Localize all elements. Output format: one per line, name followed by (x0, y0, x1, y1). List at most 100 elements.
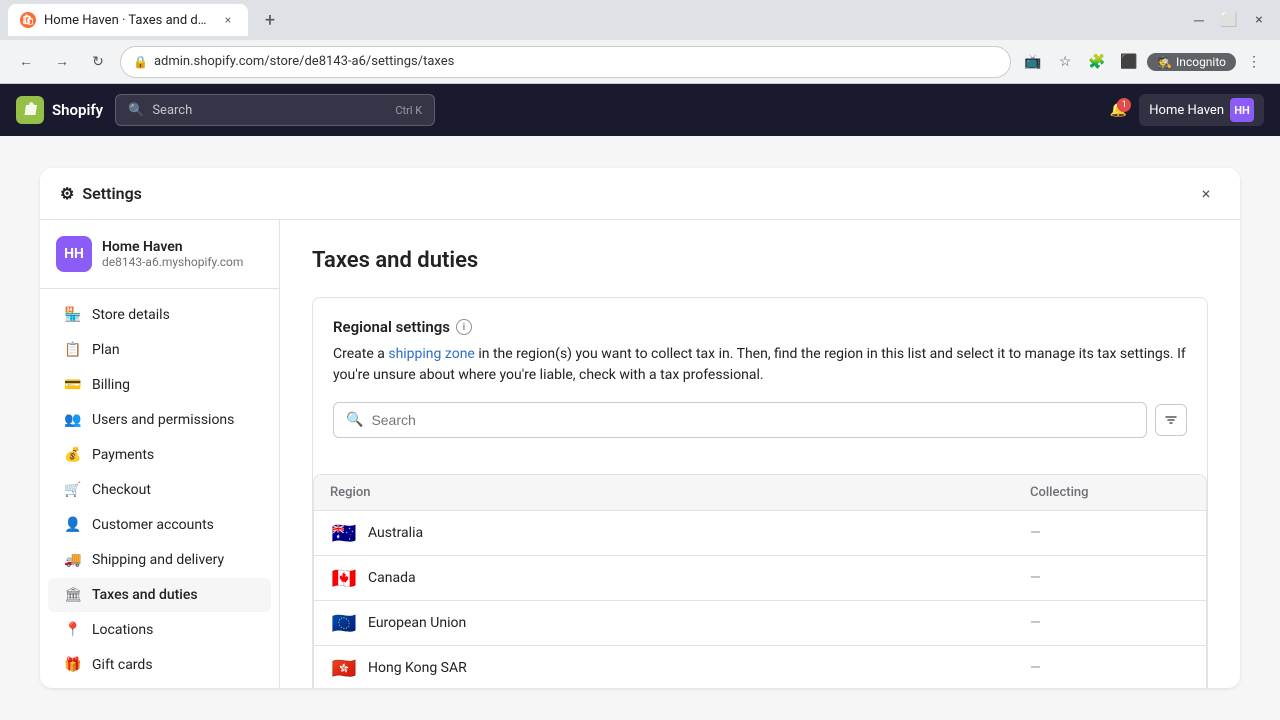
flag-australia: 🇦🇺 (330, 523, 358, 543)
search-bar-icon: 🔍 (346, 412, 363, 428)
cast-icon[interactable]: 📺 (1019, 48, 1047, 76)
sidebar-label-users-permissions: Users and permissions (92, 412, 234, 428)
region-cell-canada: 🇨🇦 Canada (330, 568, 1030, 588)
sidebar-item-plan[interactable]: 📋 Plan (48, 333, 271, 367)
taxes-icon: 🏛 (64, 586, 82, 604)
desc-before-link: Create a (333, 346, 388, 362)
sidebar-label-shipping-delivery: Shipping and delivery (92, 552, 224, 568)
sidebar-item-taxes-duties[interactable]: 🏛 Taxes and duties (48, 578, 271, 612)
sidebar-store-details: Home Haven de8143-a6.myshopify.com (102, 239, 243, 269)
region-name-hk: Hong Kong SAR (368, 660, 467, 676)
table-row[interactable]: 🇦🇺 Australia — (314, 511, 1206, 556)
sidebar-item-markets[interactable]: 🌐 Markets (48, 683, 271, 688)
forward-button[interactable]: → (48, 48, 76, 76)
security-icon: 🔒 (133, 55, 148, 69)
info-icon[interactable]: i (456, 319, 472, 335)
sort-button[interactable] (1155, 404, 1187, 436)
sidebar-item-store-details[interactable]: 🏪 Store details (48, 298, 271, 332)
section-title: Regional settings i (333, 318, 1187, 336)
checkout-icon: 🛒 (64, 481, 82, 499)
regions-table: Region Collecting 🇦🇺 Australia — (313, 474, 1207, 688)
sidebar-label-payments: Payments (92, 447, 154, 463)
payments-icon: 💰 (64, 446, 82, 464)
section-description: Create a shipping zone in the region(s) … (333, 344, 1187, 386)
tab-title: Home Haven · Taxes and duties (44, 13, 212, 28)
region-cell-hk: 🇭🇰 Hong Kong SAR (330, 658, 1030, 678)
shopify-header: Shopify 🔍 Search Ctrl K 🔔 1 Home Haven H… (0, 84, 1280, 136)
region-search-bar[interactable]: 🔍 (333, 402, 1147, 438)
section-title-text: Regional settings (333, 318, 450, 336)
browser-tab[interactable]: 🛍 Home Haven · Taxes and duties × (8, 4, 248, 36)
region-search-input[interactable] (371, 412, 1134, 428)
region-cell-australia: 🇦🇺 Australia (330, 523, 1030, 543)
sidebar-label-customer-accounts: Customer accounts (92, 517, 214, 533)
minimize-button[interactable]: ─ (1186, 7, 1212, 33)
bookmark-icon[interactable]: ☆ (1051, 48, 1079, 76)
sidebar-item-users-permissions[interactable]: 👥 Users and permissions (48, 403, 271, 437)
shopify-logo-icon (16, 96, 44, 124)
regional-settings-section: Regional settings i Create a shipping zo… (313, 298, 1207, 458)
flag-canada: 🇨🇦 (330, 568, 358, 588)
collecting-hk: — (1030, 660, 1190, 676)
settings-gear-icon: ⚙ (60, 184, 74, 203)
incognito-button[interactable]: 🕵 Incognito (1147, 53, 1236, 71)
gift-cards-icon: 🎁 (64, 656, 82, 674)
settings-container: ⚙ Settings × HH Home Haven de8143-a6.mys… (40, 168, 1240, 688)
settings-title: ⚙ Settings (60, 184, 142, 203)
sidebar-label-plan: Plan (92, 342, 120, 358)
new-tab-button[interactable]: + (256, 6, 284, 34)
billing-icon: 💳 (64, 376, 82, 394)
settings-area: ⚙ Settings × HH Home Haven de8143-a6.mys… (0, 136, 1280, 720)
browser-window: 🛍 Home Haven · Taxes and duties × + ─ ⬜ … (0, 0, 1280, 720)
extensions-icon[interactable]: 🧩 (1083, 48, 1111, 76)
incognito-icon: 🕵 (1157, 55, 1172, 69)
address-text: admin.shopify.com/store/de8143-a6/settin… (154, 54, 454, 69)
sidebar-store-url: de8143-a6.myshopify.com (102, 255, 243, 269)
sidebar-item-checkout[interactable]: 🛒 Checkout (48, 473, 271, 507)
store-details-icon: 🏪 (64, 306, 82, 324)
settings-header-bar: ⚙ Settings × (40, 168, 1240, 220)
collecting-australia: — (1030, 525, 1190, 541)
sidebar-item-locations[interactable]: 📍 Locations (48, 613, 271, 647)
table-row[interactable]: 🇪🇺 European Union — (314, 601, 1206, 646)
maximize-button[interactable]: ⬜ (1216, 7, 1242, 33)
regional-settings-card: Regional settings i Create a shipping zo… (312, 297, 1208, 688)
incognito-label: Incognito (1176, 55, 1226, 69)
tab-close-button[interactable]: × (220, 12, 236, 28)
column-collecting: Collecting (1030, 485, 1190, 500)
refresh-button[interactable]: ↻ (84, 48, 112, 76)
table-row[interactable]: 🇭🇰 Hong Kong SAR — (314, 646, 1206, 688)
sidebar-label-gift-cards: Gift cards (92, 657, 153, 673)
region-cell-eu: 🇪🇺 European Union (330, 613, 1030, 633)
sidebar-item-payments[interactable]: 💰 Payments (48, 438, 271, 472)
notifications-button[interactable]: 🔔 1 (1110, 102, 1127, 118)
sidebar-item-gift-cards[interactable]: 🎁 Gift cards (48, 648, 271, 682)
toolbar-actions: 📺 ☆ 🧩 ⬛ 🕵 Incognito ⋮ (1019, 48, 1268, 76)
settings-main: Taxes and duties Regional settings i Cre… (280, 168, 1240, 688)
customer-accounts-icon: 👤 (64, 516, 82, 534)
region-name-eu: European Union (368, 615, 466, 631)
browser-toolbar: ← → ↻ 🔒 admin.shopify.com/store/de8143-a… (0, 40, 1280, 84)
address-bar[interactable]: 🔒 admin.shopify.com/store/de8143-a6/sett… (120, 46, 1011, 78)
store-avatar: HH (1230, 98, 1254, 122)
back-button[interactable]: ← (12, 48, 40, 76)
settings-close-button[interactable]: × (1192, 180, 1220, 208)
sidebar-item-shipping-delivery[interactable]: 🚚 Shipping and delivery (48, 543, 271, 577)
sidebar-item-billing[interactable]: 💳 Billing (48, 368, 271, 402)
search-placeholder: Search (152, 103, 192, 118)
settings-sidebar: HH Home Haven de8143-a6.myshopify.com 🏪 … (40, 168, 280, 688)
menu-button[interactable]: ⋮ (1240, 48, 1268, 76)
sidebar-label-locations: Locations (92, 622, 153, 638)
table-row[interactable]: 🇨🇦 Canada — (314, 556, 1206, 601)
tab-favicon: 🛍 (20, 12, 36, 28)
global-search[interactable]: 🔍 Search Ctrl K (115, 94, 435, 126)
shipping-zone-link[interactable]: shipping zone (388, 346, 475, 362)
sidebar-label-billing: Billing (92, 377, 130, 393)
close-window-button[interactable]: × (1246, 7, 1272, 33)
store-selector[interactable]: Home Haven HH (1139, 94, 1264, 126)
flag-eu: 🇪🇺 (330, 613, 358, 633)
sidebar-nav: 🏪 Store details 📋 Plan 💳 Billing (40, 289, 279, 688)
sidebar-item-customer-accounts[interactable]: 👤 Customer accounts (48, 508, 271, 542)
split-view-icon[interactable]: ⬛ (1115, 48, 1143, 76)
collecting-eu: — (1030, 615, 1190, 631)
